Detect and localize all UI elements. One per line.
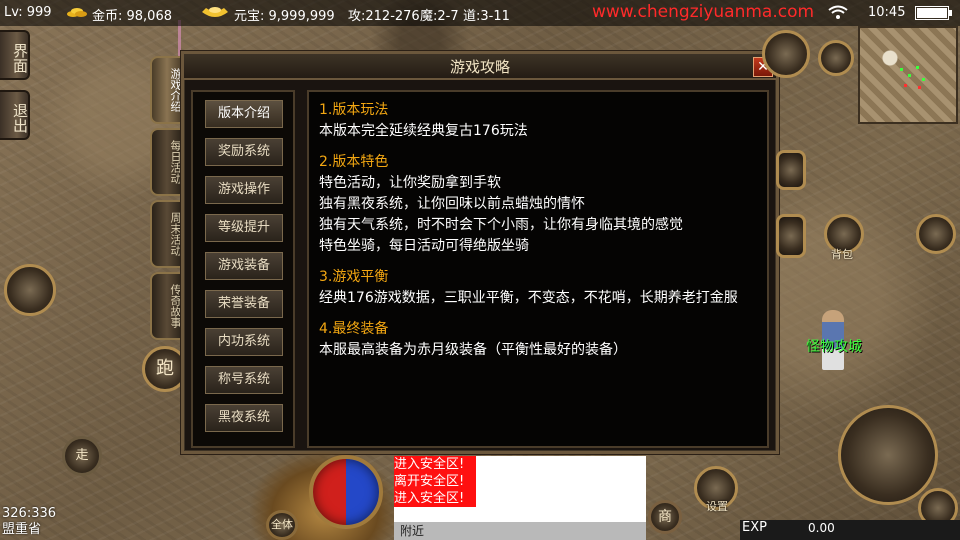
menu-title-system[interactable]: 称号系统 [205,366,283,394]
minimap-dot [908,74,911,77]
section-features: 2.版本特色 特色活动，让你奖励拿到手软 独有黑夜系统，让你回味以前点蜡烛的情怀… [319,152,757,257]
settings-label: 设置 [706,500,728,513]
section-final-gear: 4.最终装备 本服最高装备为赤月级装备（平衡性最好的装备） [319,319,757,361]
section-balance: 3.游戏平衡 经典176游戏数据，三职业平衡，不变态，不花哨，长期养老打金服 [319,267,757,309]
minimap-dot [904,84,907,87]
website-url: www.chengziyuanma.com [592,2,815,22]
tab-weekend-activity[interactable]: 周末活动 [150,200,182,268]
ingot-amount: 元宝: 9,999,999 [234,9,335,24]
event-button[interactable] [762,30,810,78]
section-title: 2.版本特色 [319,154,389,170]
minimap-dot [916,66,919,69]
chat-message: 进入安全区! [394,490,476,507]
menu-game-controls[interactable]: 游戏操作 [205,176,283,204]
bag-label: 背包 [831,248,853,261]
section-title: 4.最终装备 [319,321,389,337]
tab-daily-activity[interactable]: 每日活动 [150,128,182,196]
menu-panel: 版本介绍 奖励系统 游戏操作 等级提升 游戏装备 荣誉装备 内功系统 称号系统 … [191,90,295,448]
section-line: 本服最高装备为赤月级装备（平衡性最好的装备） [319,342,627,358]
section-line: 特色坐骑，每日活动可得绝版坐骑 [319,238,529,254]
section-title: 1.版本玩法 [319,102,389,118]
position-text: 326:336 [2,506,57,521]
menu-reward-system[interactable]: 奖励系统 [205,138,283,166]
attack-stat: 攻:212-276 [348,9,420,24]
exp-label: EXP [742,520,767,535]
npc-name-label[interactable]: 怪物攻城 [806,336,862,356]
tab-legend-story[interactable]: 传奇故事 [150,272,182,340]
section-line: 独有天气系统，时不时会下个小雨，让你有身临其境的感觉 [319,217,683,233]
map-name: 盟重省 [2,522,42,537]
menu-inner-power[interactable]: 内功系统 [205,328,283,356]
guide-dialog: 游戏攻略 ✕ 版本介绍 奖励系统 游戏操作 等级提升 游戏装备 荣誉装备 内功系… [181,51,779,454]
gold-amount: 金币: 98,068 [92,9,172,24]
ingot-icon [202,7,228,17]
shop-button[interactable]: 商 [648,500,682,534]
minimap-dot [900,68,903,71]
tao-stat: 道:3-11 [463,9,510,24]
menu-honor-gear[interactable]: 荣誉装备 [205,290,283,318]
attack-dial-button[interactable] [838,405,938,505]
exp-value: 0.00 [808,521,835,535]
dialog-title: 游戏攻略 [184,54,776,80]
battery-icon [915,6,952,20]
menu-night-system[interactable]: 黑夜系统 [205,404,283,432]
skill-button[interactable] [776,214,806,258]
interface-button[interactable]: 界面 [0,30,30,80]
section-line: 特色活动，让你奖励拿到手软 [319,175,501,191]
minimap[interactable] [858,26,958,124]
wifi-icon [828,5,848,19]
menu-compass-button[interactable] [916,214,956,254]
chat-box[interactable]: 进入安全区! 离开安全区! 进入安全区! [394,456,646,526]
exp-bar [740,520,960,540]
magic-stat: 魔:2-7 [420,9,459,24]
chat-tab-nearby[interactable]: 附近 [394,522,646,540]
tab-game-intro[interactable]: 游戏介绍 [150,56,182,124]
section-title: 3.游戏平衡 [319,269,389,285]
clock-time: 10:45 [868,5,906,20]
section-gameplay: 1.版本玩法 本版本完全延续经典复古176玩法 [319,100,757,142]
section-line: 经典176游戏数据，三职业平衡，不变态，不花哨，长期养老打金服 [319,290,738,306]
section-line: 本版本完全延续经典复古176玩法 [319,123,528,139]
status-bar: Lv: 999 金币: 98,068 元宝: 9,999,999 攻:212-2… [0,0,960,26]
skill-emblem-button[interactable] [4,264,56,316]
menu-level-up[interactable]: 等级提升 [205,214,283,242]
shortcut-button[interactable] [818,40,854,76]
gold-coin-icon [67,8,87,17]
menu-equipment[interactable]: 游戏装备 [205,252,283,280]
minimap-dot [918,86,921,89]
minimap-dot [922,78,925,81]
attack-mode-button[interactable]: 全体 [266,510,298,540]
level-text: Lv: 999 [4,5,52,20]
guide-content: 1.版本玩法 本版本完全延续经典复古176玩法 2.版本特色 特色活动，让你奖励… [307,90,769,448]
chat-message: 离开安全区! [394,473,476,490]
walk-button[interactable]: 走 [62,436,102,476]
skill-button[interactable] [776,150,806,190]
section-line: 独有黑夜系统，让你回味以前点蜡烛的情怀 [319,196,585,212]
exit-button[interactable]: 退出 [0,90,30,140]
hp-mp-orb [309,455,383,529]
menu-version-intro[interactable]: 版本介绍 [205,100,283,128]
coords-readout: 326:336 盟重省 [2,506,56,538]
chat-message: 进入安全区! [394,456,476,473]
